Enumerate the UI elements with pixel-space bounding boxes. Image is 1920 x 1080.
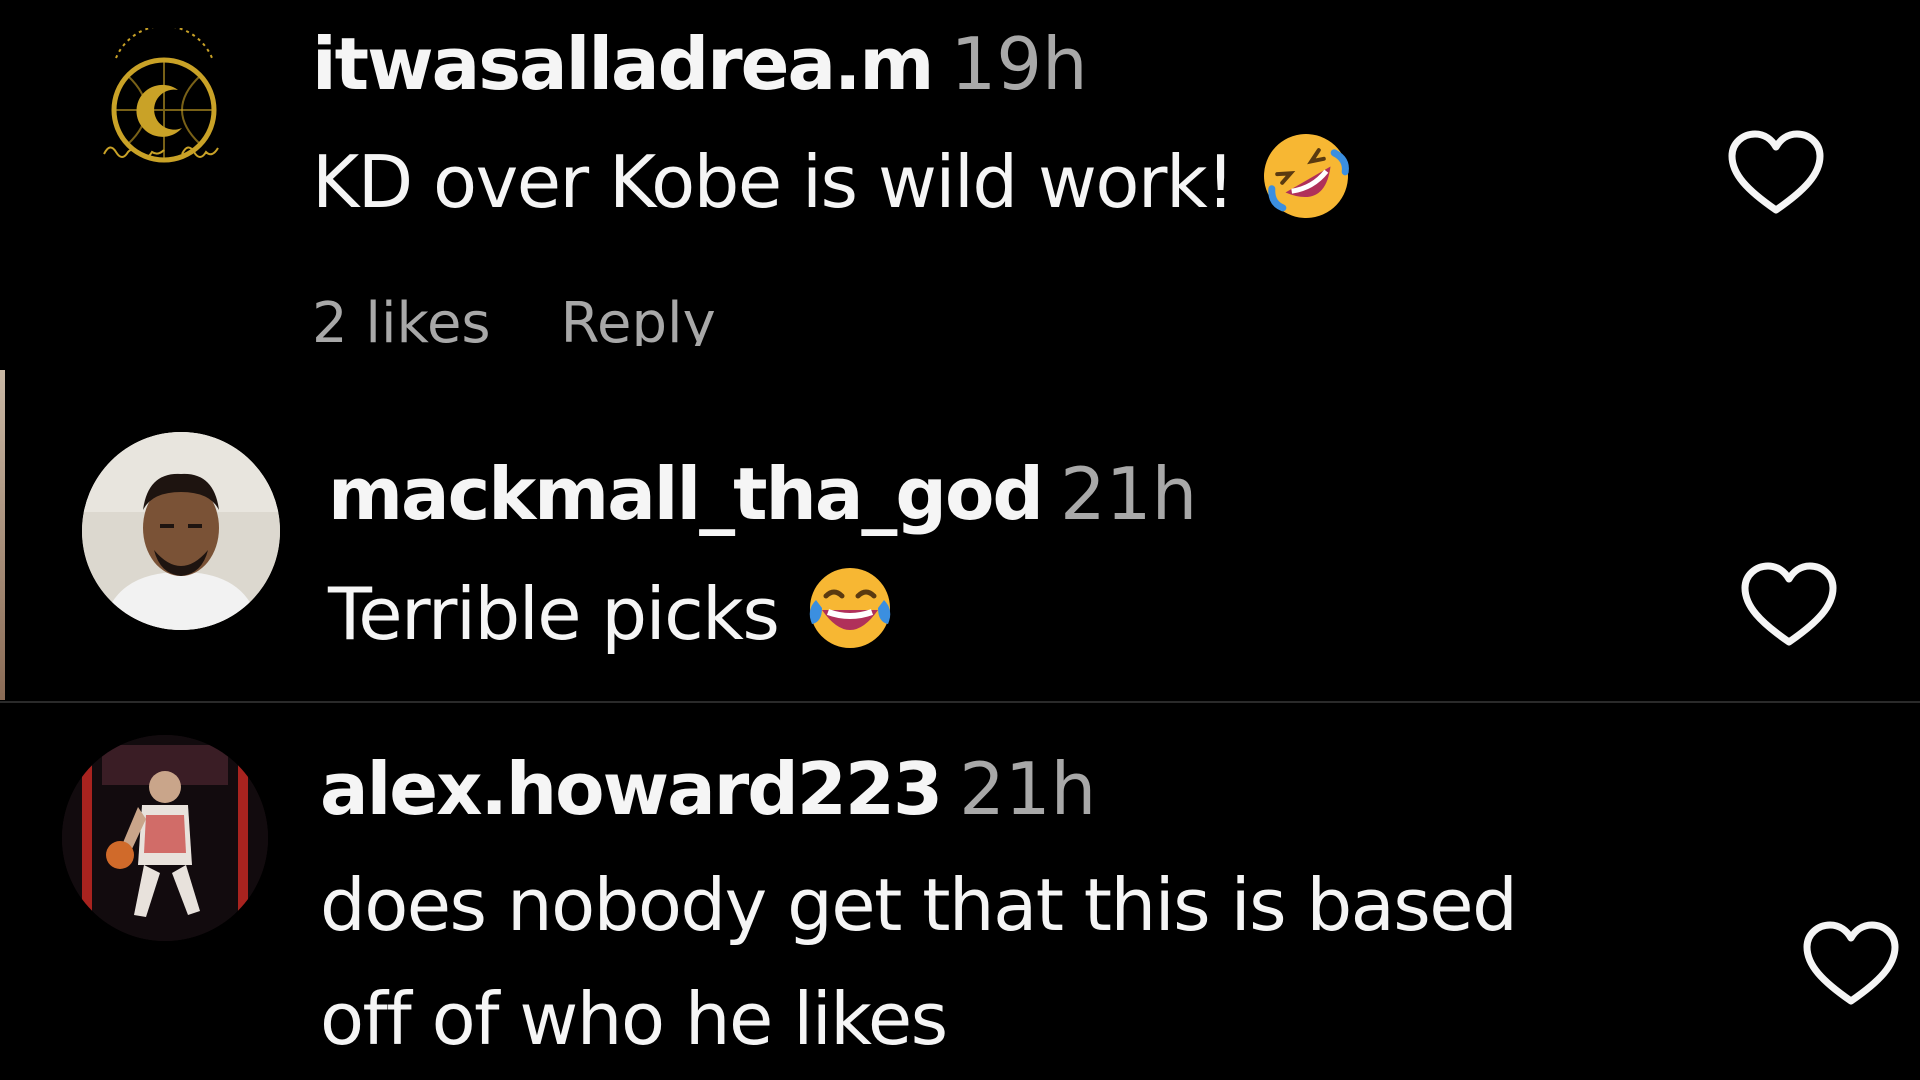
heart-like-icon[interactable] xyxy=(1802,921,1900,1007)
comment-meta-row: 2 likes Reply xyxy=(312,296,786,347)
comment-text-line-2: off of who he likes xyxy=(320,977,948,1061)
heart-like-icon[interactable] xyxy=(1740,562,1838,648)
comment-body: KD over Kobe is wild work! xyxy=(312,140,1235,225)
user-photo-icon xyxy=(82,432,280,630)
comment-body: Terrible picks xyxy=(328,572,780,657)
user-photo-icon xyxy=(62,735,268,941)
comment-username[interactable]: alex.howard223 21h xyxy=(320,753,1096,825)
comment-timestamp: 21h xyxy=(1059,452,1198,536)
avatar[interactable] xyxy=(82,432,280,630)
comment-panel-1: itwasalladrea.m 19h KD over Kobe is wild … xyxy=(0,0,1920,346)
likes-count[interactable]: 2 likes xyxy=(312,291,491,347)
comment-timestamp: 21h xyxy=(959,747,1097,831)
comment-text: Terrible picks xyxy=(328,568,896,671)
comment-username[interactable]: mackmall_tha_god 21h xyxy=(328,458,1197,530)
signature-text xyxy=(100,138,230,162)
username-text[interactable]: itwasalladrea.m xyxy=(312,22,934,106)
username-text[interactable]: mackmall_tha_god xyxy=(328,452,1044,536)
comment-panel-2: mackmall_tha_god 21h Terrible picks xyxy=(0,370,1920,700)
comment-text-line-1: does nobody get that this is based xyxy=(320,863,1518,947)
comment-panel-3: alex.howard223 21h does nobody get that t… xyxy=(0,703,1920,1080)
comment-text: KD over Kobe is wild work! xyxy=(312,134,1352,239)
heart-like-icon[interactable] xyxy=(1727,130,1825,216)
comment-username[interactable]: itwasalladrea.m 19h xyxy=(312,28,1088,100)
tears-of-joy-emoji-icon xyxy=(804,562,896,665)
comment-timestamp: 19h xyxy=(950,22,1088,106)
reply-button[interactable]: Reply xyxy=(561,291,716,347)
avatar[interactable] xyxy=(62,735,268,941)
rolling-laughing-emoji-icon xyxy=(1260,130,1352,233)
username-text[interactable]: alex.howard223 xyxy=(320,747,943,831)
